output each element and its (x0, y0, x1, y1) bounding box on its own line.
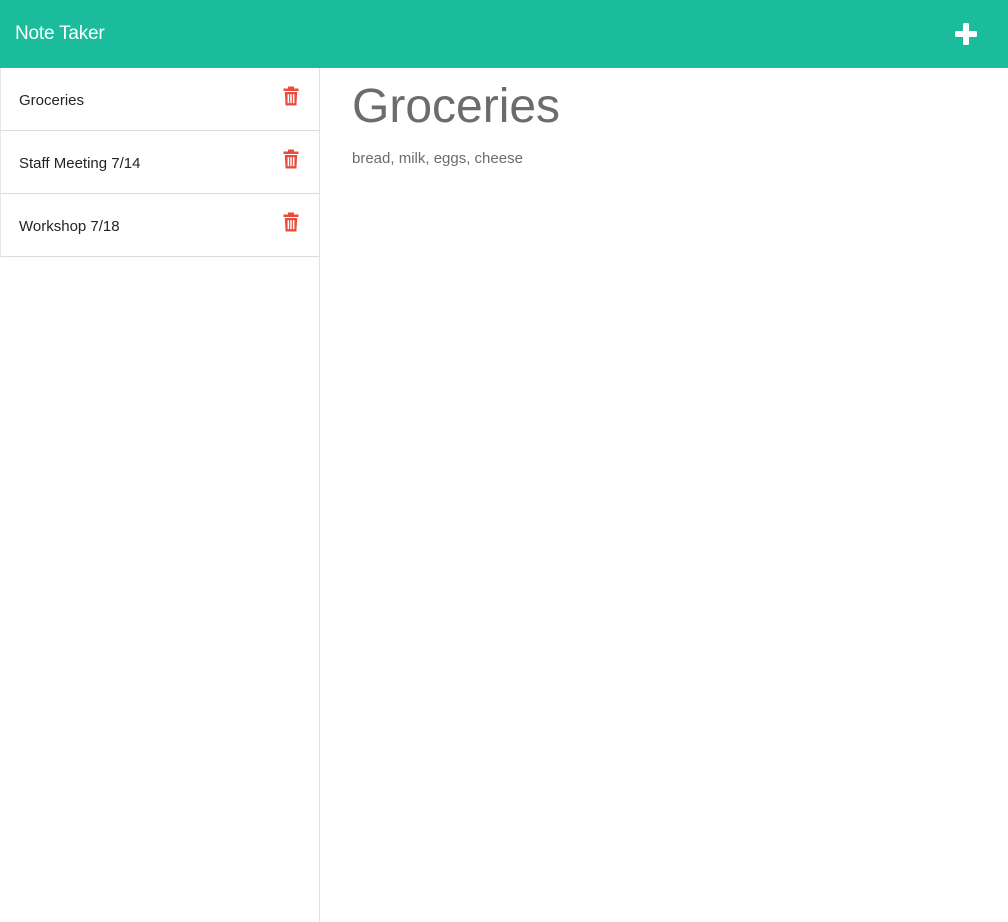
trash-icon[interactable] (283, 212, 299, 232)
note-title[interactable]: Workshop 7/18 (19, 218, 120, 235)
trash-icon[interactable] (283, 149, 299, 169)
note-title[interactable]: Groceries (19, 92, 84, 109)
note-list: Groceries Staff Meeting 7/14 Workshop 7/… (0, 68, 319, 257)
note-list-item[interactable]: Groceries (0, 68, 319, 131)
note-list-item[interactable]: Workshop 7/18 (0, 194, 319, 257)
note-title-field[interactable]: Groceries (352, 80, 1008, 134)
plus-icon (955, 23, 977, 45)
notes-sidebar: Groceries Staff Meeting 7/14 Workshop 7/… (0, 68, 320, 922)
navbar: Note Taker (0, 0, 1008, 68)
note-text-field[interactable]: bread, milk, eggs, cheese (352, 150, 1008, 167)
brand-link[interactable]: Note Taker (15, 23, 105, 45)
note-list-item[interactable]: Staff Meeting 7/14 (0, 131, 319, 194)
new-note-button[interactable] (952, 20, 980, 48)
note-detail: Groceries bread, milk, eggs, cheese (320, 68, 1008, 922)
note-title[interactable]: Staff Meeting 7/14 (19, 155, 140, 172)
trash-icon[interactable] (283, 86, 299, 106)
